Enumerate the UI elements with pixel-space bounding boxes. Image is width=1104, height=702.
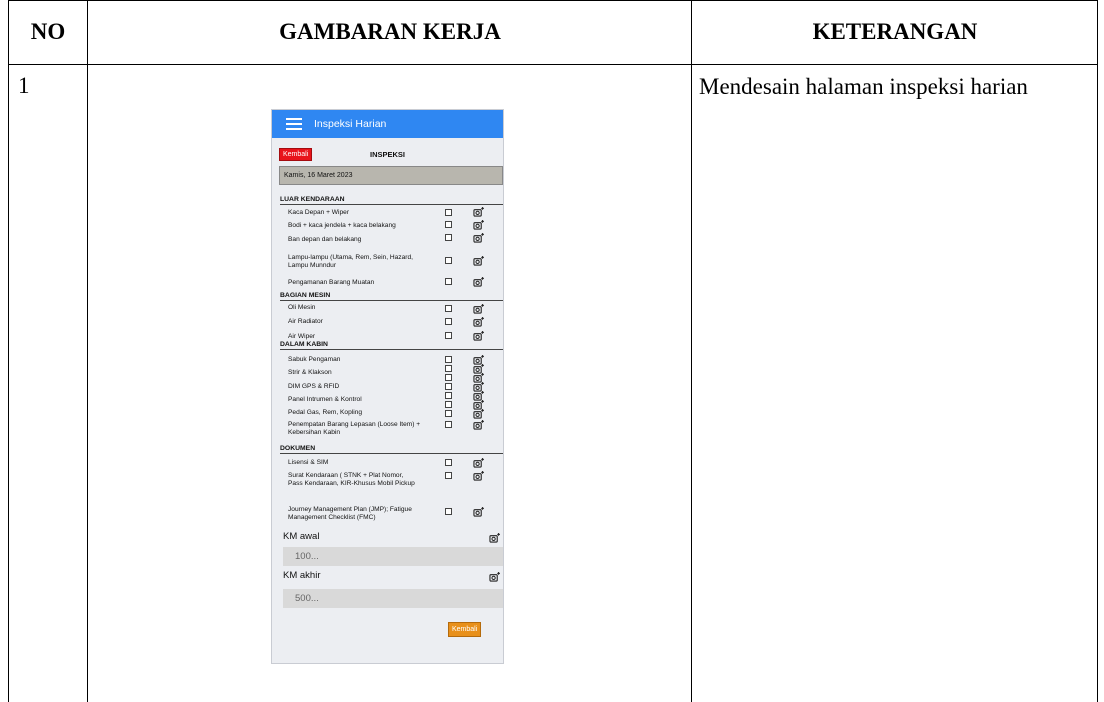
camera-plus-icon[interactable] xyxy=(473,220,484,230)
checkbox[interactable] xyxy=(445,332,452,339)
checkbox[interactable] xyxy=(445,401,452,408)
checkbox[interactable] xyxy=(445,374,452,381)
km-awal-label: KM awal xyxy=(283,531,320,542)
km-akhir-input[interactable]: 500... xyxy=(283,589,503,608)
km-awal-input[interactable]: 100... xyxy=(283,547,503,566)
camera-plus-icon[interactable] xyxy=(473,458,484,468)
checkbox[interactable] xyxy=(445,383,452,390)
check-item-label: Strir & Klakson xyxy=(288,369,332,376)
camera-plus-icon[interactable] xyxy=(473,207,484,217)
checkbox[interactable] xyxy=(445,421,452,428)
checkbox[interactable] xyxy=(445,221,452,228)
checkbox[interactable] xyxy=(445,234,452,241)
check-item-label: Pedal Gas, Rem, Kopling xyxy=(288,409,363,416)
camera-plus-icon[interactable] xyxy=(473,331,484,341)
row-number: 1 xyxy=(18,73,30,98)
check-item-label: Oli Mesin xyxy=(288,304,316,311)
checkbox[interactable] xyxy=(445,508,452,515)
section-title: DALAM KABIN xyxy=(280,341,503,350)
header-keterangan: KETERANGAN xyxy=(812,19,978,44)
checkbox[interactable] xyxy=(445,305,452,312)
column-divider xyxy=(691,0,692,702)
checkbox[interactable] xyxy=(445,257,452,264)
camera-plus-icon[interactable] xyxy=(473,233,484,243)
km-akhir-label: KM akhir xyxy=(283,570,321,581)
check-item-label: Bodi + kaca jendela + kaca belakang xyxy=(288,222,396,229)
camera-plus-icon[interactable] xyxy=(473,420,484,430)
check-item-label: Lisensi & SIM xyxy=(288,459,329,466)
checkbox[interactable] xyxy=(445,318,452,325)
header-divider xyxy=(8,64,1098,65)
section-title: BAGIAN MESIN xyxy=(280,292,503,301)
app-bar: Inspeksi Harian xyxy=(272,110,503,138)
checkbox[interactable] xyxy=(445,392,452,399)
checkbox[interactable] xyxy=(445,472,452,479)
checkbox[interactable] xyxy=(445,209,452,216)
back-button[interactable]: Kembali xyxy=(279,148,313,161)
checkbox[interactable] xyxy=(445,410,452,417)
date-bar: Kamis, 16 Maret 2023 xyxy=(279,166,503,185)
row-description: Mendesain halaman inspeksi harian xyxy=(699,74,1028,99)
check-item-label: Panel Intrumen & Kontrol xyxy=(288,396,362,403)
section-title: DOKUMEN xyxy=(280,445,503,454)
check-item-label: Pengamanan Barang Muatan xyxy=(288,279,375,286)
section-title: LUAR KENDARAAN xyxy=(280,196,503,205)
table-border-right xyxy=(1097,64,1098,702)
bottom-back-button[interactable]: Kembali xyxy=(448,622,482,637)
check-item-label: Sabuk Pengaman xyxy=(288,356,341,363)
camera-plus-icon[interactable] xyxy=(473,277,484,287)
camera-plus-icon[interactable] xyxy=(473,304,484,314)
check-item-label: Lampu-lampu (Utama, Rem, Sein, Hazard, L… xyxy=(288,254,413,269)
app-bar-title: Inspeksi Harian xyxy=(314,118,387,130)
header-no: NO xyxy=(30,19,66,44)
camera-plus-icon[interactable] xyxy=(473,507,484,517)
header-gambaran-kerja: GAMBARAN KERJA xyxy=(279,19,501,44)
camera-plus-icon[interactable] xyxy=(489,533,500,543)
app-screenshot: Inspeksi Harian INSPEKSI Kembali Kamis, … xyxy=(271,109,504,664)
camera-plus-icon[interactable] xyxy=(473,256,484,266)
check-item-label: Air Wiper xyxy=(288,333,316,340)
check-item-label: Penempatan Barang Lepasan (Loose Item) +… xyxy=(288,421,421,436)
check-item-label: Surat Kendaraan ( STNK + Plat Nomor, Pas… xyxy=(288,472,415,487)
table-border-left xyxy=(8,0,9,702)
checkbox[interactable] xyxy=(445,356,452,363)
check-item-label: DIM GPS & RFID xyxy=(288,383,340,390)
camera-plus-icon[interactable] xyxy=(489,572,500,582)
check-item-label: Journey Management Plan (JMP); Fatigue M… xyxy=(288,506,412,521)
camera-plus-icon[interactable] xyxy=(473,409,484,419)
menu-icon[interactable] xyxy=(286,118,302,130)
camera-plus-icon[interactable] xyxy=(473,317,484,327)
check-item-label: Kaca Depan + Wiper xyxy=(288,209,350,216)
check-item-label: Ban depan dan belakang xyxy=(288,236,362,243)
checkbox[interactable] xyxy=(445,459,452,466)
column-divider xyxy=(87,0,88,702)
checkbox[interactable] xyxy=(445,278,452,285)
checkbox[interactable] xyxy=(445,365,452,372)
check-item-label: Air Radiator xyxy=(288,318,323,325)
work-table: NO GAMBARAN KERJA KETERANGAN xyxy=(8,0,1098,702)
camera-plus-icon[interactable] xyxy=(473,471,484,481)
